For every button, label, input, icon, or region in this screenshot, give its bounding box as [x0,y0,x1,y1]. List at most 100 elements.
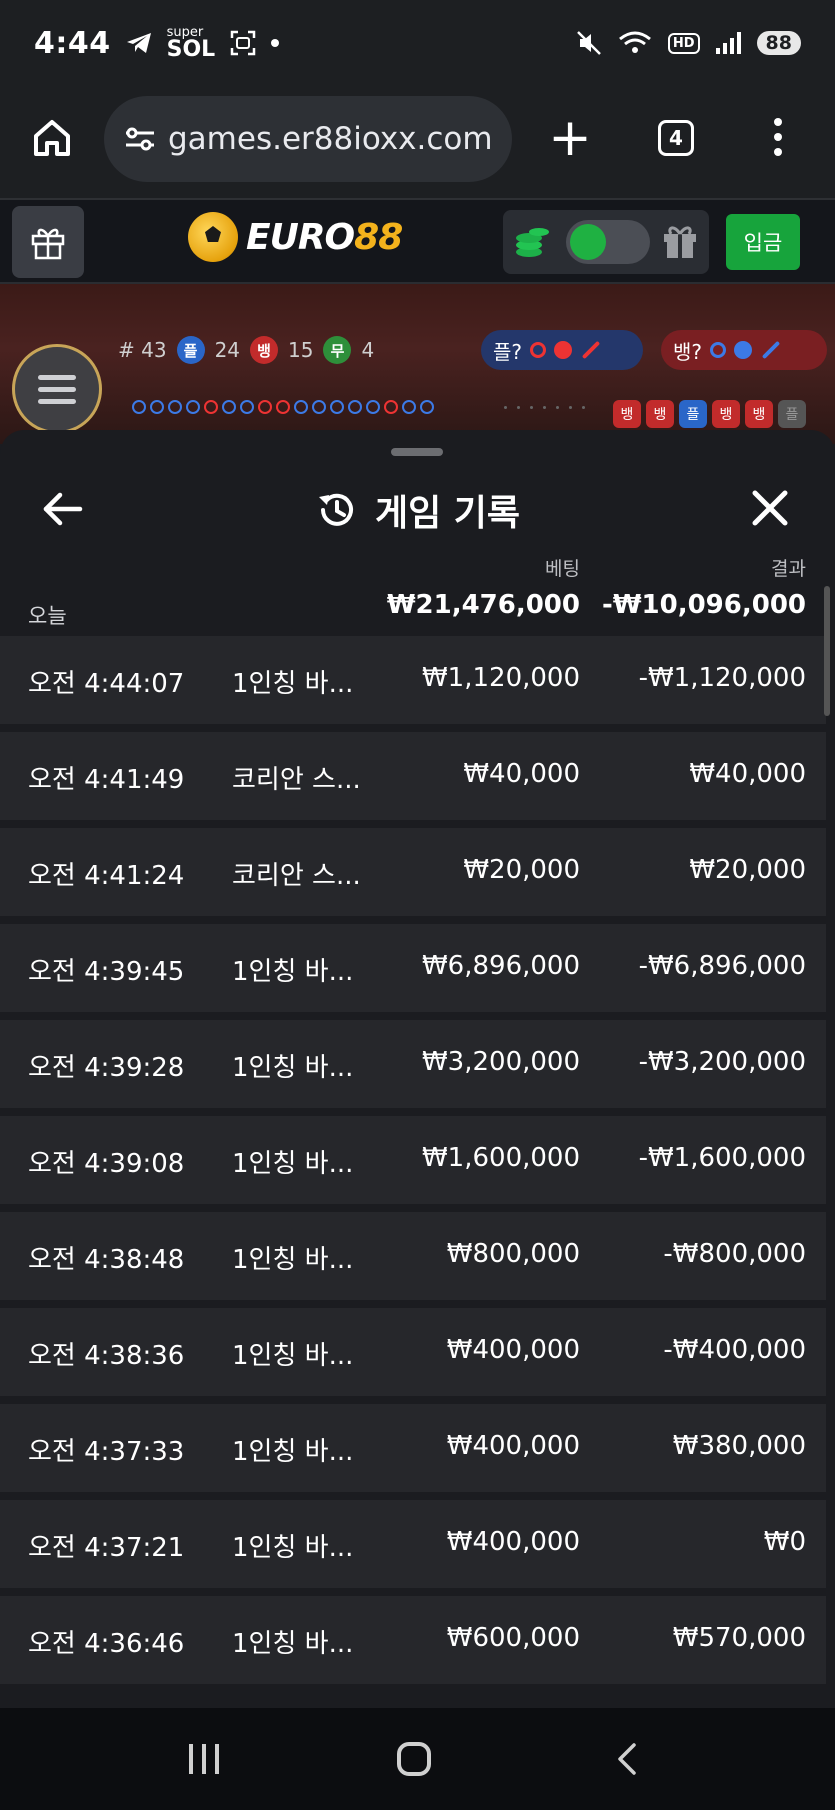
row-bet: ₩400,000 [446,1335,580,1365]
notification-dot-icon [271,39,280,47]
back-nav-icon[interactable] [610,1741,646,1777]
history-row[interactable]: 오전 4:41:24 코리안 스... ₩20,000 ₩20,000 [0,828,826,916]
row-game: 1인칭 바... [232,957,354,987]
site-header: EURO88 입금 [0,200,835,284]
recent-results: 뱅 뱅 플 뱅 뱅 플 [613,400,806,428]
telegram-icon [126,33,151,53]
site-logo[interactable]: EURO88 [188,212,403,262]
sheet-title: 게임 기록 [374,493,520,534]
row-game: 1인칭 바... [232,1053,354,1083]
row-bet: ₩6,896,000 [421,951,580,981]
row-game: 1인칭 바... [232,1341,354,1371]
road-placeholder-dots [504,406,585,409]
promo-gift-button[interactable] [12,206,84,278]
screenshot-icon [230,30,256,56]
result-tag: 뱅 [646,400,674,428]
balance-toggle-switch[interactable] [566,220,650,264]
recent-apps-icon[interactable] [189,1744,220,1774]
system-nav-bar [0,1708,835,1810]
row-game: 1인칭 바... [232,1245,354,1275]
tab-switcher-button[interactable]: 4 [658,120,694,156]
history-row[interactable]: 오전 4:37:21 1인칭 바... ₩400,000 ₩0 [0,1500,826,1588]
home-nav-icon[interactable] [397,1742,432,1776]
home-icon[interactable] [30,116,74,160]
history-row[interactable]: 오전 4:39:28 1인칭 바... ₩3,200,000 -₩3,200,0… [0,1020,826,1108]
small-road-icon [734,341,753,359]
address-bar[interactable]: games.er88ioxx.com [104,96,512,182]
hd-voice-icon: HD [667,32,700,54]
player-count: 24 [214,338,241,362]
bead-road [132,400,434,414]
battery-icon: 88 [756,31,801,55]
history-row[interactable]: 오전 4:41:49 코리안 스... ₩40,000 ₩40,000 [0,732,826,820]
row-time: 오전 4:37:33 [28,1437,185,1467]
history-row[interactable]: 오전 4:39:08 1인칭 바... ₩1,600,000 -₩1,600,0… [0,1116,826,1204]
row-bet: ₩400,000 [446,1431,580,1461]
row-bet: ₩3,200,000 [421,1047,580,1077]
row-game: 1인칭 바... [232,1149,354,1179]
round-number: # 43 [118,338,167,362]
row-result: ₩380,000 [672,1431,806,1461]
small-road-icon [554,341,573,359]
round-stats: # 43 플 24 뱅 15 무 4 [118,336,374,364]
sheet-drag-handle[interactable] [391,448,443,456]
history-row[interactable]: 오전 4:39:45 1인칭 바... ₩6,896,000 -₩6,896,0… [0,924,826,1012]
row-result: ₩20,000 [689,855,806,885]
big-eye-icon [710,342,727,358]
history-row[interactable]: 오전 4:44:07 1인칭 바... ₩1,120,000 -₩1,120,0… [0,636,826,724]
mute-icon [576,31,601,55]
history-row[interactable]: 오전 4:38:36 1인칭 바... ₩400,000 -₩400,000 [0,1308,826,1396]
sheet-header: 게임 기록 [0,470,835,550]
wallet-toggle-group [503,210,709,274]
tie-badge: 무 [323,336,352,364]
history-row[interactable]: 오전 4:38:48 1인칭 바... ₩800,000 -₩800,000 [0,1212,826,1300]
row-game: 1인칭 바... [232,1533,354,1563]
history-row[interactable]: 오전 4:36:46 1인칭 바... ₩600,000 ₩570,000 [0,1596,826,1684]
deposit-button[interactable]: 입금 [726,214,800,270]
tie-count: 4 [361,338,375,362]
row-result: -₩1,600,000 [638,1143,806,1173]
row-game: 코리안 스... [232,861,361,891]
row-result: -₩400,000 [663,1335,806,1365]
signal-icon [715,32,741,54]
row-bet: ₩20,000 [463,855,580,885]
game-menu-button[interactable] [12,344,102,434]
banker-badge: 뱅 [250,336,279,364]
result-tag: 플 [679,400,707,428]
ask-banker-button[interactable]: 뱅? [661,330,827,370]
row-game: 1인칭 바... [232,1629,354,1659]
browser-menu-icon[interactable] [772,118,784,156]
row-bet: ₩600,000 [446,1623,580,1653]
coins-icon [516,228,549,257]
new-tab-button[interactable]: + [548,112,592,164]
row-time: 오전 4:38:48 [28,1245,185,1275]
big-eye-icon [530,342,547,358]
history-row[interactable]: 오전 4:37:33 1인칭 바... ₩400,000 ₩380,000 [0,1404,826,1492]
url-text[interactable]: games.er88ioxx.com [168,121,508,157]
row-time: 오전 4:39:45 [28,957,185,987]
status-bar: 4:44 super SOL HD 88 [0,0,835,86]
super-sol-icon: super SOL [166,25,216,62]
wifi-icon [618,31,651,53]
list-scrollbar[interactable] [824,586,830,716]
row-result: ₩570,000 [672,1623,806,1653]
row-result: -₩800,000 [663,1239,806,1269]
close-icon[interactable] [750,488,790,528]
bonus-gift-icon[interactable] [661,224,699,260]
row-time: 오전 4:39:28 [28,1053,185,1083]
row-time: 오전 4:36:46 [28,1629,185,1659]
row-bet: ₩800,000 [446,1239,580,1269]
soccer-ball-icon [188,212,238,262]
row-bet: ₩400,000 [446,1527,580,1557]
ask-player-button[interactable]: 플? [481,330,643,370]
row-bet: ₩1,120,000 [421,663,580,693]
site-settings-icon[interactable] [122,124,158,154]
result-tag: 뱅 [712,400,740,428]
history-list: 오전 4:44:07 1인칭 바... ₩1,120,000 -₩1,120,0… [0,636,826,1692]
row-bet: ₩40,000 [463,759,580,789]
game-area: # 43 플 24 뱅 15 무 4 플? 뱅? 뱅 뱅 플 뱅 뱅 플 [0,284,835,444]
gift-icon [31,228,65,260]
result-tag: 플 [778,400,806,428]
row-time: 오전 4:37:21 [28,1533,185,1563]
status-time: 4:44 [34,25,111,61]
